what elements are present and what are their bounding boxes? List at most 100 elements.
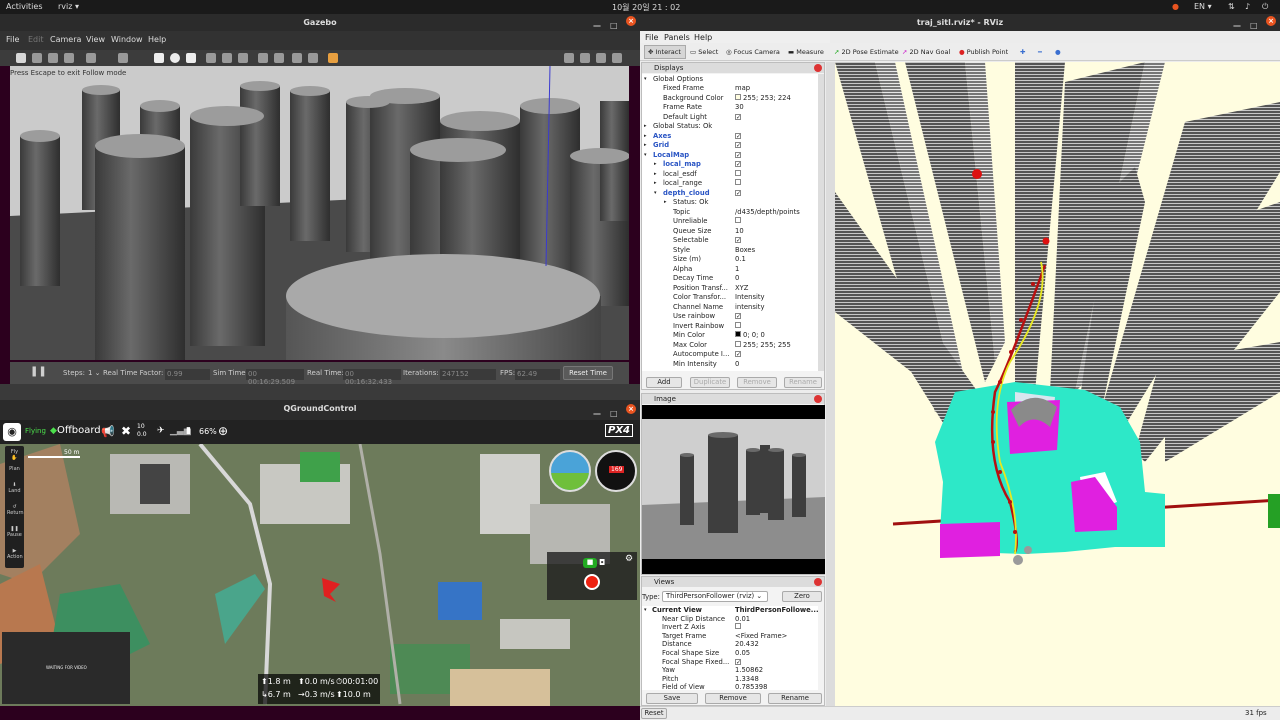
remove-display-button[interactable]: Remove <box>737 377 777 388</box>
gazebo-menu-camera[interactable]: Camera <box>50 35 81 44</box>
record-button[interactable] <box>584 574 600 590</box>
spot-light-icon[interactable] <box>222 53 232 63</box>
close-icon[interactable]: × <box>626 16 636 26</box>
gazebo-menu-help[interactable]: Help <box>148 35 166 44</box>
display-property-row[interactable]: ▸ Axes ✓ <box>642 132 818 142</box>
display-property-value[interactable]: 255; 255; 255 <box>735 340 791 351</box>
add-display-button[interactable]: Add <box>646 377 682 388</box>
tool-fly[interactable]: Fly ✋ <box>7 449 22 461</box>
tool-return[interactable]: ↺ Return <box>7 504 24 516</box>
screenshot-icon[interactable] <box>564 53 574 63</box>
messages-icon[interactable]: 📢 <box>101 425 115 438</box>
measure-tool[interactable]: ▬ Measure <box>788 48 824 56</box>
checkbox[interactable]: ✓ <box>735 113 741 120</box>
display-property-row[interactable]: Size (m) 0.1 <box>642 255 818 265</box>
log-icon[interactable] <box>580 53 590 63</box>
app-menu[interactable]: rviz ▾ <box>58 2 79 11</box>
color-swatch[interactable] <box>735 340 741 347</box>
display-property-value[interactable]: Intensity <box>735 293 765 303</box>
save-view-button[interactable]: Save <box>646 693 698 704</box>
display-property-value[interactable]: 255; 253; 224 <box>735 93 791 104</box>
select-tool[interactable]: ▭ Select <box>690 48 718 56</box>
display-property-row[interactable]: ▸ local_range <box>642 179 818 189</box>
view-type-select[interactable]: ThirdPersonFollower (rviz) ⌄ <box>662 591 768 602</box>
display-property-row[interactable]: Default Light ✓ <box>642 113 818 123</box>
gazebo-menu-window[interactable]: Window <box>111 35 143 44</box>
close-icon[interactable] <box>814 395 822 403</box>
activities-button[interactable]: Activities <box>6 2 43 11</box>
chevron-down-icon[interactable]: ▾ <box>644 75 647 85</box>
display-property-row[interactable]: Use rainbow ✓ <box>642 312 818 322</box>
chevron-down-icon[interactable]: ▾ <box>644 151 647 161</box>
tool-pause[interactable]: ❚❚ Pause <box>7 526 22 538</box>
undo-icon[interactable] <box>86 53 96 63</box>
display-property-row[interactable]: Channel Name intensity <box>642 303 818 313</box>
display-property-value[interactable]: 0; 0; 0 <box>735 331 765 341</box>
checkbox[interactable]: ✓ <box>735 189 741 196</box>
display-property-value[interactable] <box>735 169 741 180</box>
photo-mode-icon[interactable]: ◘ <box>599 558 605 567</box>
clock[interactable]: 10월 20일 21 : 02 <box>612 2 680 13</box>
redo-icon[interactable] <box>118 53 128 63</box>
chevron-right-icon[interactable]: ▸ <box>644 132 647 142</box>
display-property-row[interactable]: ▸ local_esdf <box>642 169 818 180</box>
sphere-shape-icon[interactable] <box>170 53 180 63</box>
display-property-row[interactable]: Unreliable <box>642 217 818 227</box>
checkbox[interactable]: ✓ <box>735 132 741 139</box>
interact-tool[interactable]: ✥ Interact <box>648 48 681 56</box>
display-property-row[interactable]: Queue Size 10 <box>642 227 818 237</box>
chevron-down-icon[interactable]: ▾ <box>654 189 657 199</box>
remove-tool-icon[interactable]: ━ <box>1038 48 1042 56</box>
tool-properties-icon[interactable]: ● <box>1055 48 1061 56</box>
display-property-value[interactable]: ✓ <box>735 141 741 151</box>
camera-settings-icon[interactable]: ⚙ <box>625 554 633 564</box>
rviz-menu-panels[interactable]: Panels <box>664 33 690 42</box>
checkbox[interactable] <box>735 169 741 176</box>
add-tool-icon[interactable]: ✚ <box>1020 48 1025 56</box>
display-property-value[interactable]: XYZ <box>735 284 748 294</box>
display-property-row[interactable]: Selectable ✓ <box>642 236 818 246</box>
checkbox[interactable]: ✓ <box>735 161 741 168</box>
display-property-row[interactable]: ▸ Global Status: Ok <box>642 122 818 132</box>
display-property-row[interactable]: Style Boxes <box>642 246 818 256</box>
pose-estimate-tool[interactable]: ➚ 2D Pose Estimate <box>834 48 899 56</box>
point-light-icon[interactable] <box>206 53 216 63</box>
display-property-row[interactable]: Color Transfor... Intensity <box>642 293 818 303</box>
scale-mode-icon[interactable] <box>64 53 74 63</box>
display-property-row[interactable]: Topic/d435/depth/points <box>642 208 818 218</box>
checkbox[interactable]: ✓ <box>735 151 741 158</box>
reset-button[interactable]: Reset <box>641 708 667 719</box>
paste-icon[interactable] <box>274 53 284 63</box>
display-property-row[interactable]: Frame Rate 30 <box>642 103 818 113</box>
display-property-row[interactable]: Autocompute I... ✓ <box>642 350 818 360</box>
chevron-right-icon[interactable]: ▸ <box>644 141 647 151</box>
display-property-value[interactable]: 0 <box>735 360 739 370</box>
display-property-row[interactable]: Decay Time 0 <box>642 274 818 284</box>
language-indicator[interactable]: EN ▾ <box>1194 2 1212 11</box>
display-property-value[interactable]: 0 <box>735 274 739 284</box>
close-icon[interactable]: × <box>1266 16 1276 26</box>
display-property-row[interactable]: Background Color 255; 253; 224 <box>642 93 818 104</box>
video-preview[interactable]: WAITING FOR VIDEO <box>2 632 130 704</box>
flight-mode-selector[interactable]: Offboard <box>57 425 101 436</box>
steps-value[interactable]: 1 ⌄ <box>88 369 101 377</box>
checkbox[interactable]: ✓ <box>735 313 741 320</box>
align-icon[interactable] <box>292 53 302 63</box>
battery-icon[interactable]: ▮ <box>186 426 191 436</box>
color-swatch[interactable] <box>735 331 741 337</box>
rviz-panel-splitter[interactable] <box>826 62 835 706</box>
gazebo-menu-file[interactable]: File <box>6 35 19 44</box>
rtk-icon[interactable]: ⊕ <box>218 424 228 438</box>
checkbox[interactable] <box>735 321 741 328</box>
chevron-right-icon[interactable]: ▸ <box>654 160 657 170</box>
tool-action[interactable]: ▶ Action <box>7 548 23 560</box>
display-property-value[interactable]: ✓ <box>735 113 741 123</box>
chevron-right-icon[interactable]: ▸ <box>654 170 657 180</box>
display-property-value[interactable]: intensity <box>735 303 764 313</box>
duplicate-display-button[interactable]: Duplicate <box>690 377 730 388</box>
display-property-row[interactable]: ▾ LocalMap ✓ <box>642 151 818 161</box>
gazebo-3d-viewport[interactable]: Press Escape to exit Follow mode <box>10 66 629 360</box>
rviz-menu-help[interactable]: Help <box>694 33 712 42</box>
select-mode-icon[interactable] <box>16 53 26 63</box>
checkbox[interactable] <box>735 179 741 185</box>
